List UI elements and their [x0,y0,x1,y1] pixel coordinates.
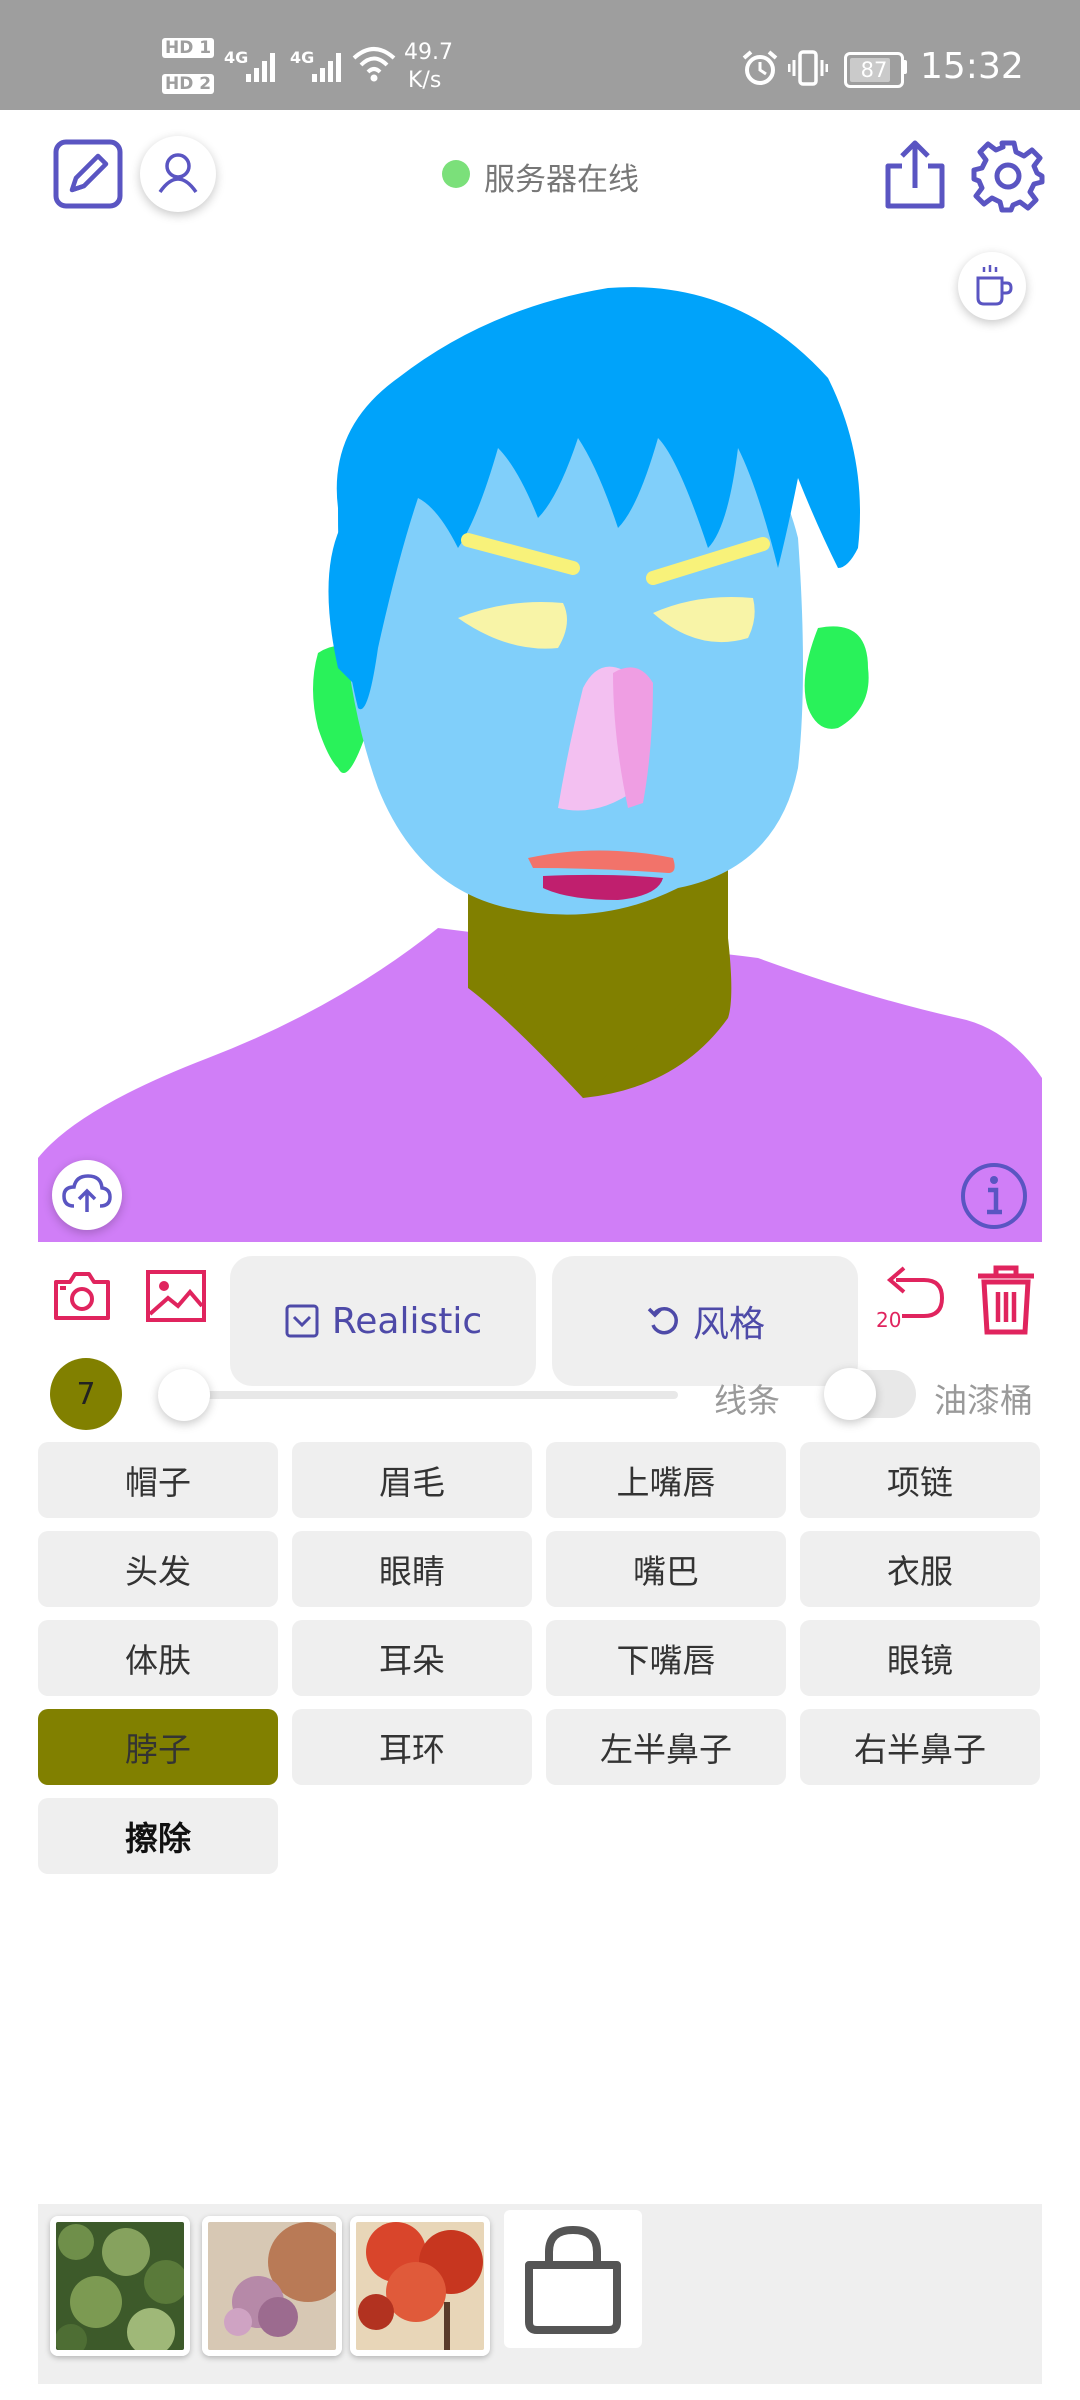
slider-thumb[interactable] [158,1369,210,1421]
gallery-item-foliage[interactable] [50,2216,190,2356]
hd1-badge: HD 1 [162,38,215,58]
drawing-artwork [38,287,1042,1242]
label-right-nose-chip[interactable]: 右半鼻子 [800,1709,1040,1785]
style-theme-label: 风格 [692,1304,765,1345]
label-erase-chip[interactable]: 擦除 [38,1798,278,1874]
battery-level: 87 [860,58,888,82]
label-glasses-chip[interactable]: 眼镜 [800,1620,1040,1696]
foliage-thumbnail-image [56,2222,184,2350]
edit-canvas-icon[interactable] [52,138,124,210]
share-icon[interactable] [880,138,950,212]
label-skin-chip[interactable]: 体肤 [38,1620,278,1696]
fill-mode-toggle[interactable] [824,1368,916,1420]
toggle-knob [824,1368,876,1420]
brush-size-slider[interactable] [158,1369,678,1421]
vibrate-icon [788,50,828,86]
label-left-nose-chip[interactable]: 左半鼻子 [546,1709,786,1785]
server-status-dot [442,160,470,188]
label-ears-chip[interactable]: 耳朵 [292,1620,532,1696]
undo-count: 20 [876,1308,902,1332]
flower-thumbnail-image [208,2222,336,2350]
style-theme-button[interactable]: 风格 [552,1256,858,1386]
hd2-badge: HD 2 [162,74,215,94]
clock: 15:32 [920,46,1024,87]
battery-icon: 87 [844,52,904,88]
label-hair-chip[interactable]: 头发 [38,1531,278,1607]
info-icon[interactable] [958,1160,1030,1232]
user-icon [158,153,198,194]
style-realistic-label: Realistic [331,1300,483,1342]
label-mouth-chip[interactable]: 嘴巴 [546,1531,786,1607]
dropdown-box-icon [285,1304,319,1338]
paint-bucket-label: 油漆桶 [934,1381,1033,1420]
signal-icon-2 [312,53,341,82]
donate-button[interactable] [958,252,1026,320]
label-neck-chip[interactable]: 脖子 [38,1709,278,1785]
server-status-text: 服务器在线 [484,162,639,198]
label-earrings-chip[interactable]: 耳环 [292,1709,532,1785]
label-eyes-chip[interactable]: 眼睛 [292,1531,532,1607]
drawing-canvas[interactable] [38,228,1042,1242]
style-realistic-button[interactable]: Realistic [230,1256,536,1386]
label-upper-lip-chip[interactable]: 上嘴唇 [546,1442,786,1518]
undo-button[interactable]: 20 [874,1264,950,1334]
gallery-image-icon[interactable] [144,1268,208,1324]
status-bar: HD 1 HD 2 4G 4G 49.7 K/s 87 15:32 [0,0,1080,110]
red-tree-thumbnail-image [356,2222,484,2350]
settings-gear-icon[interactable] [970,138,1046,214]
camera-icon[interactable] [52,1268,112,1324]
label-hat-chip[interactable]: 帽子 [38,1442,278,1518]
coffee-cup-icon [976,265,1013,306]
shopping-bag-icon [525,2225,621,2334]
network-speed-value: 49.7 [404,40,453,65]
gallery-item-flower[interactable] [202,2216,342,2356]
network-speed-unit: K/s [408,68,442,93]
style-store-button[interactable] [504,2210,642,2348]
label-eyebrows-chip[interactable]: 眉毛 [292,1442,532,1518]
trash-icon[interactable] [974,1264,1038,1336]
upload-button[interactable] [52,1160,122,1230]
label-clothes-chip[interactable]: 衣服 [800,1531,1040,1607]
brush-size-indicator[interactable]: 7 [50,1358,122,1430]
lines-mode-label: 线条 [714,1381,780,1420]
label-necklace-chip[interactable]: 项链 [800,1442,1040,1518]
signal-icon-1 [246,53,275,82]
cloud-upload-icon [62,1174,112,1212]
label-lower-lip-chip[interactable]: 下嘴唇 [546,1620,786,1696]
battery-tip [902,60,907,74]
profile-button[interactable] [140,136,216,212]
brush-size-value: 7 [76,1376,96,1412]
refresh-icon [647,1306,678,1335]
alarm-icon [742,50,778,85]
gallery-item-red-tree[interactable] [350,2216,490,2356]
wifi-icon [352,47,396,82]
